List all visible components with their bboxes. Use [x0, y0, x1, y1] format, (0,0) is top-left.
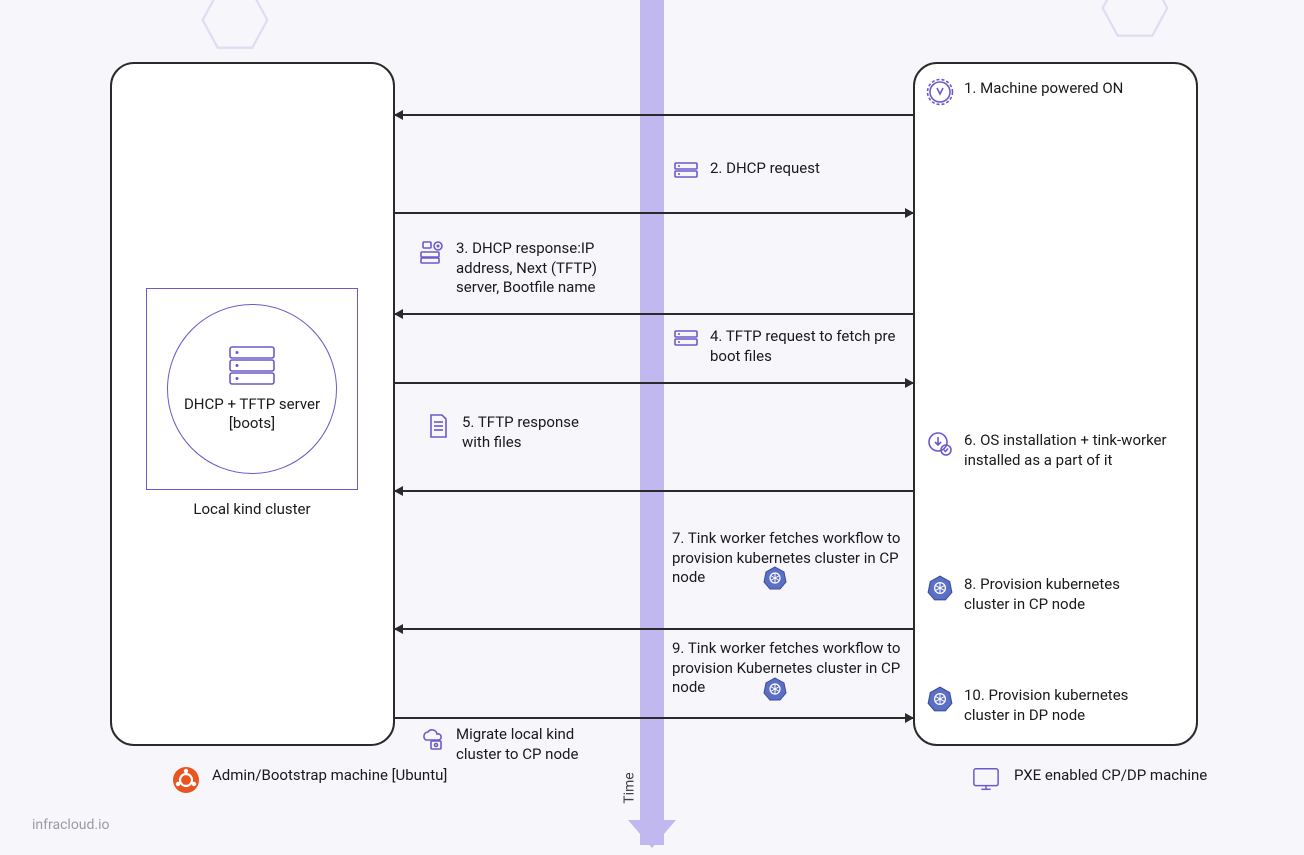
kind-cluster-box: DHCP + TFTP server [boots] — [146, 288, 358, 490]
file-icon — [424, 412, 452, 440]
timeline-arrowhead — [628, 820, 676, 848]
step-3: 3. DHCP response:IP address, Next (TFTP)… — [418, 238, 638, 298]
power-icon — [926, 78, 954, 106]
step-1-text: 1. Machine powered ON — [964, 78, 1123, 99]
step-7-text: 7. Tink worker fetches workflow to provi… — [672, 528, 907, 588]
server-label: DHCP + TFTP server [boots] — [178, 395, 326, 434]
step-8: 8. Provision kubernetes cluster in CP no… — [926, 574, 1166, 614]
step-7: 7. Tink worker fetches workflow to provi… — [672, 528, 907, 588]
pxe-machine-text: PXE enabled CP/DP machine — [1014, 766, 1207, 786]
server-request-icon — [672, 158, 700, 186]
step-5: 5. TFTP response with files — [424, 412, 604, 452]
step-10: 10. Provision kubernetes cluster in DP n… — [926, 685, 1166, 725]
step-4-text: 4. TFTP request to fetch pre boot files — [710, 326, 912, 366]
step-1: 1. Machine powered ON — [926, 78, 1123, 106]
pxe-machine-label: PXE enabled CP/DP machine — [972, 766, 1207, 794]
step-6-text: 6. OS installation + tink-worker install… — [964, 430, 1186, 470]
step-3-text: 3. DHCP response:IP address, Next (TFTP)… — [456, 238, 638, 298]
step-migrate: Migrate local kind cluster to CP node — [418, 724, 608, 764]
step-5-text: 5. TFTP response with files — [462, 412, 604, 452]
arrow-step1 — [395, 114, 913, 116]
step-8-text: 8. Provision kubernetes cluster in CP no… — [964, 574, 1166, 614]
arrow-step4 — [395, 382, 913, 384]
step-9-text: 9. Tink worker fetches workflow to provi… — [672, 638, 907, 698]
server-gear-icon — [418, 238, 446, 266]
arrow-step5 — [395, 490, 913, 492]
step-2: 2. DHCP request — [672, 158, 820, 186]
kubernetes-icon — [762, 565, 788, 595]
kubernetes-icon — [762, 676, 788, 706]
step-2-text: 2. DHCP request — [710, 158, 820, 179]
arrow-step9 — [395, 717, 913, 719]
server-stack-icon — [226, 345, 278, 387]
step-9: 9. Tink worker fetches workflow to provi… — [672, 638, 907, 698]
kubernetes-icon — [926, 574, 954, 602]
hexagon-decor — [1100, 0, 1170, 38]
pxe-machine-box — [913, 62, 1198, 746]
admin-machine-text: Admin/Bootstrap machine [Ubuntu] — [212, 766, 447, 786]
diagram-container: Time DHCP + TFTP server [boots] Local ki… — [0, 0, 1304, 855]
arrow-step3 — [395, 313, 913, 315]
step-6: 6. OS installation + tink-worker install… — [926, 430, 1186, 470]
arrow-step2-forward — [395, 212, 913, 214]
hexagon-decor — [200, 0, 270, 50]
kubernetes-icon — [926, 685, 954, 713]
download-check-icon — [926, 430, 954, 458]
server-circle: DHCP + TFTP server [boots] — [167, 304, 337, 474]
arrow-step7 — [395, 628, 913, 630]
monitor-icon — [972, 766, 1000, 794]
step-10-text: 10. Provision kubernetes cluster in DP n… — [964, 685, 1166, 725]
step-4: 4. TFTP request to fetch pre boot files — [672, 326, 912, 366]
watermark: infracloud.io — [32, 817, 110, 833]
server-request-icon — [672, 326, 700, 354]
ubuntu-icon — [172, 766, 200, 794]
cloud-migrate-icon — [418, 724, 446, 752]
admin-machine-label: Admin/Bootstrap machine [Ubuntu] — [172, 766, 447, 794]
step-migrate-text: Migrate local kind cluster to CP node — [456, 724, 608, 764]
time-label: Time — [622, 772, 638, 803]
kind-cluster-label: Local kind cluster — [146, 500, 358, 518]
